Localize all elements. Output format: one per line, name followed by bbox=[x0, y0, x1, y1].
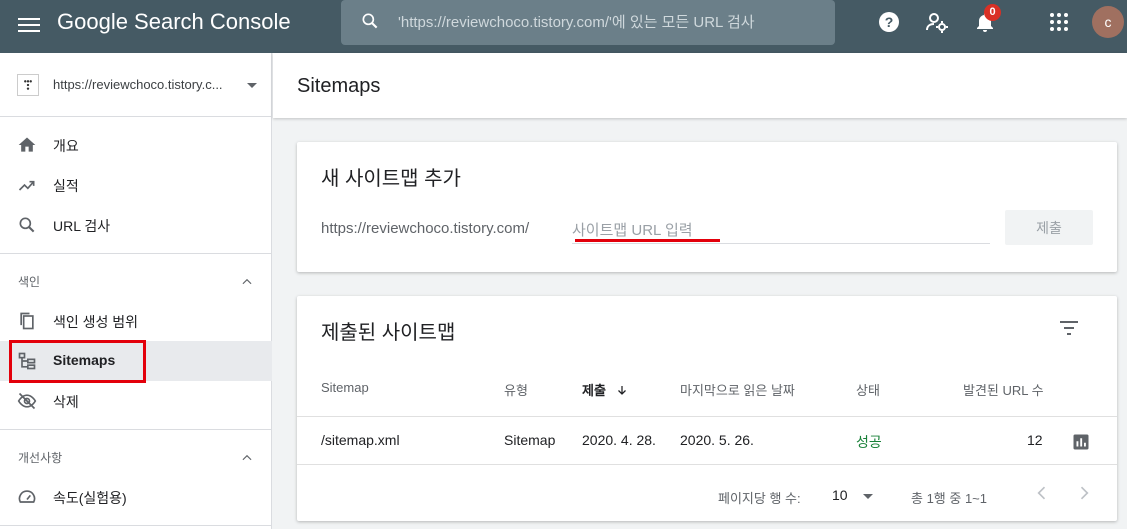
speed-icon bbox=[18, 490, 36, 503]
section-label: 색인 bbox=[18, 275, 41, 289]
menu-icon[interactable] bbox=[18, 14, 40, 38]
column-header-last-read[interactable]: 마지막으로 읽은 날짜 bbox=[680, 380, 795, 399]
property-selector[interactable]: https://reviewchoco.tistory.c... bbox=[0, 53, 272, 117]
cell-discovered-urls: 12 bbox=[1027, 432, 1043, 448]
cell-sitemap: /sitemap.xml bbox=[321, 432, 400, 448]
divider bbox=[0, 525, 272, 526]
search-input[interactable] bbox=[398, 11, 788, 33]
divider bbox=[0, 429, 272, 430]
column-header-label: 제출 bbox=[582, 383, 606, 398]
app-title[interactable]: Google Search Console bbox=[57, 8, 291, 36]
help-icon[interactable]: ? bbox=[877, 10, 901, 34]
submit-button[interactable]: 제출 bbox=[1005, 210, 1093, 245]
column-header-submitted[interactable]: 제출 bbox=[582, 380, 628, 399]
column-header-type[interactable]: 유형 bbox=[504, 380, 528, 399]
admin-settings-icon[interactable] bbox=[925, 10, 949, 34]
property-url: https://reviewchoco.tistory.c... bbox=[53, 77, 223, 92]
sitemap-url-prefix: https://reviewchoco.tistory.com/ bbox=[321, 220, 530, 237]
home-icon bbox=[18, 137, 36, 152]
arrow-down-icon bbox=[617, 386, 626, 395]
sidebar-item-label: 실적 bbox=[53, 178, 79, 194]
filter-icon[interactable] bbox=[1057, 316, 1081, 340]
divider bbox=[297, 416, 1117, 417]
avatar[interactable]: c bbox=[1092, 6, 1124, 38]
chevron-down-icon bbox=[247, 83, 257, 88]
column-header-status[interactable]: 상태 bbox=[856, 380, 880, 399]
sitemaps-highlight-box bbox=[9, 340, 146, 383]
notification-badge: 0 bbox=[984, 4, 1001, 21]
svg-text:?: ? bbox=[885, 14, 894, 30]
sidebar-item-label: 속도(실험용) bbox=[53, 490, 127, 506]
next-page-icon[interactable] bbox=[1074, 483, 1094, 503]
rows-per-page-label: 페이지당 행 수: bbox=[718, 491, 801, 506]
page-title: Sitemaps bbox=[297, 75, 381, 97]
sidebar-item-label: 개요 bbox=[53, 138, 79, 154]
copy-icon bbox=[20, 312, 34, 330]
sidebar-item-removals[interactable]: 삭제 bbox=[0, 381, 272, 421]
add-sitemap-card: 새 사이트맵 추가 https://reviewchoco.tistory.co… bbox=[297, 142, 1117, 272]
card-title: 새 사이트맵 추가 bbox=[321, 168, 461, 190]
sidebar-item-coverage[interactable]: 색인 생성 범위 bbox=[0, 301, 272, 341]
sidebar-item-speed[interactable]: 속도(실험용) bbox=[0, 477, 272, 517]
card-title: 제출된 사이트맵 bbox=[321, 322, 456, 344]
sidebar: https://reviewchoco.tistory.c... 개요 실적 U… bbox=[0, 53, 272, 529]
trending-up-icon bbox=[18, 180, 35, 191]
rows-per-page-value: 10 bbox=[832, 487, 848, 503]
rows-per-page-select[interactable]: 10 bbox=[832, 486, 882, 506]
chevron-up-icon bbox=[242, 454, 252, 461]
sidebar-item-label: 색인 생성 범위 bbox=[53, 314, 139, 330]
property-icon bbox=[17, 74, 39, 96]
section-index[interactable]: 색인 bbox=[0, 261, 272, 301]
top-app-bar: Google Search Console ? 0 c bbox=[0, 0, 1127, 53]
previous-page-icon[interactable] bbox=[1032, 483, 1052, 503]
sidebar-item-label: URL 검사 bbox=[53, 218, 111, 234]
cell-submitted: 2020. 4. 28. bbox=[582, 432, 656, 448]
page-header: Sitemaps bbox=[273, 53, 1127, 118]
url-inspect-search[interactable] bbox=[341, 0, 835, 45]
column-header-discovered-urls[interactable]: 발견된 URL 수 bbox=[963, 380, 1044, 399]
sidebar-item-performance[interactable]: 실적 bbox=[0, 165, 272, 205]
cell-status: 성공 bbox=[856, 434, 882, 450]
section-label: 개선사항 bbox=[18, 451, 63, 465]
divider bbox=[297, 464, 1117, 465]
submitted-sitemaps-card: 제출된 사이트맵 Sitemap 유형 제출 마지막으로 읽은 날짜 상태 발견… bbox=[297, 296, 1117, 521]
search-icon bbox=[362, 13, 378, 29]
visibility-off-icon bbox=[17, 392, 37, 410]
sidebar-item-label: 삭제 bbox=[53, 394, 79, 410]
pagination-range: 총 1행 중 1~1 bbox=[911, 491, 987, 506]
sidebar-item-overview[interactable]: 개요 bbox=[0, 125, 272, 165]
chevron-up-icon bbox=[242, 278, 252, 285]
bar-chart-icon[interactable] bbox=[1072, 433, 1090, 451]
cell-type: Sitemap bbox=[504, 432, 556, 448]
divider bbox=[0, 253, 272, 254]
chevron-down-icon bbox=[863, 494, 873, 499]
sidebar-item-url-inspection[interactable]: URL 검사 bbox=[0, 205, 272, 245]
input-red-underline-annotation bbox=[575, 239, 720, 242]
apps-grid-icon[interactable] bbox=[1047, 10, 1071, 34]
cell-last-read: 2020. 5. 26. bbox=[680, 432, 754, 448]
column-header-sitemap[interactable]: Sitemap bbox=[321, 380, 369, 395]
section-enhancements[interactable]: 개선사항 bbox=[0, 437, 272, 477]
search-icon bbox=[19, 217, 35, 233]
